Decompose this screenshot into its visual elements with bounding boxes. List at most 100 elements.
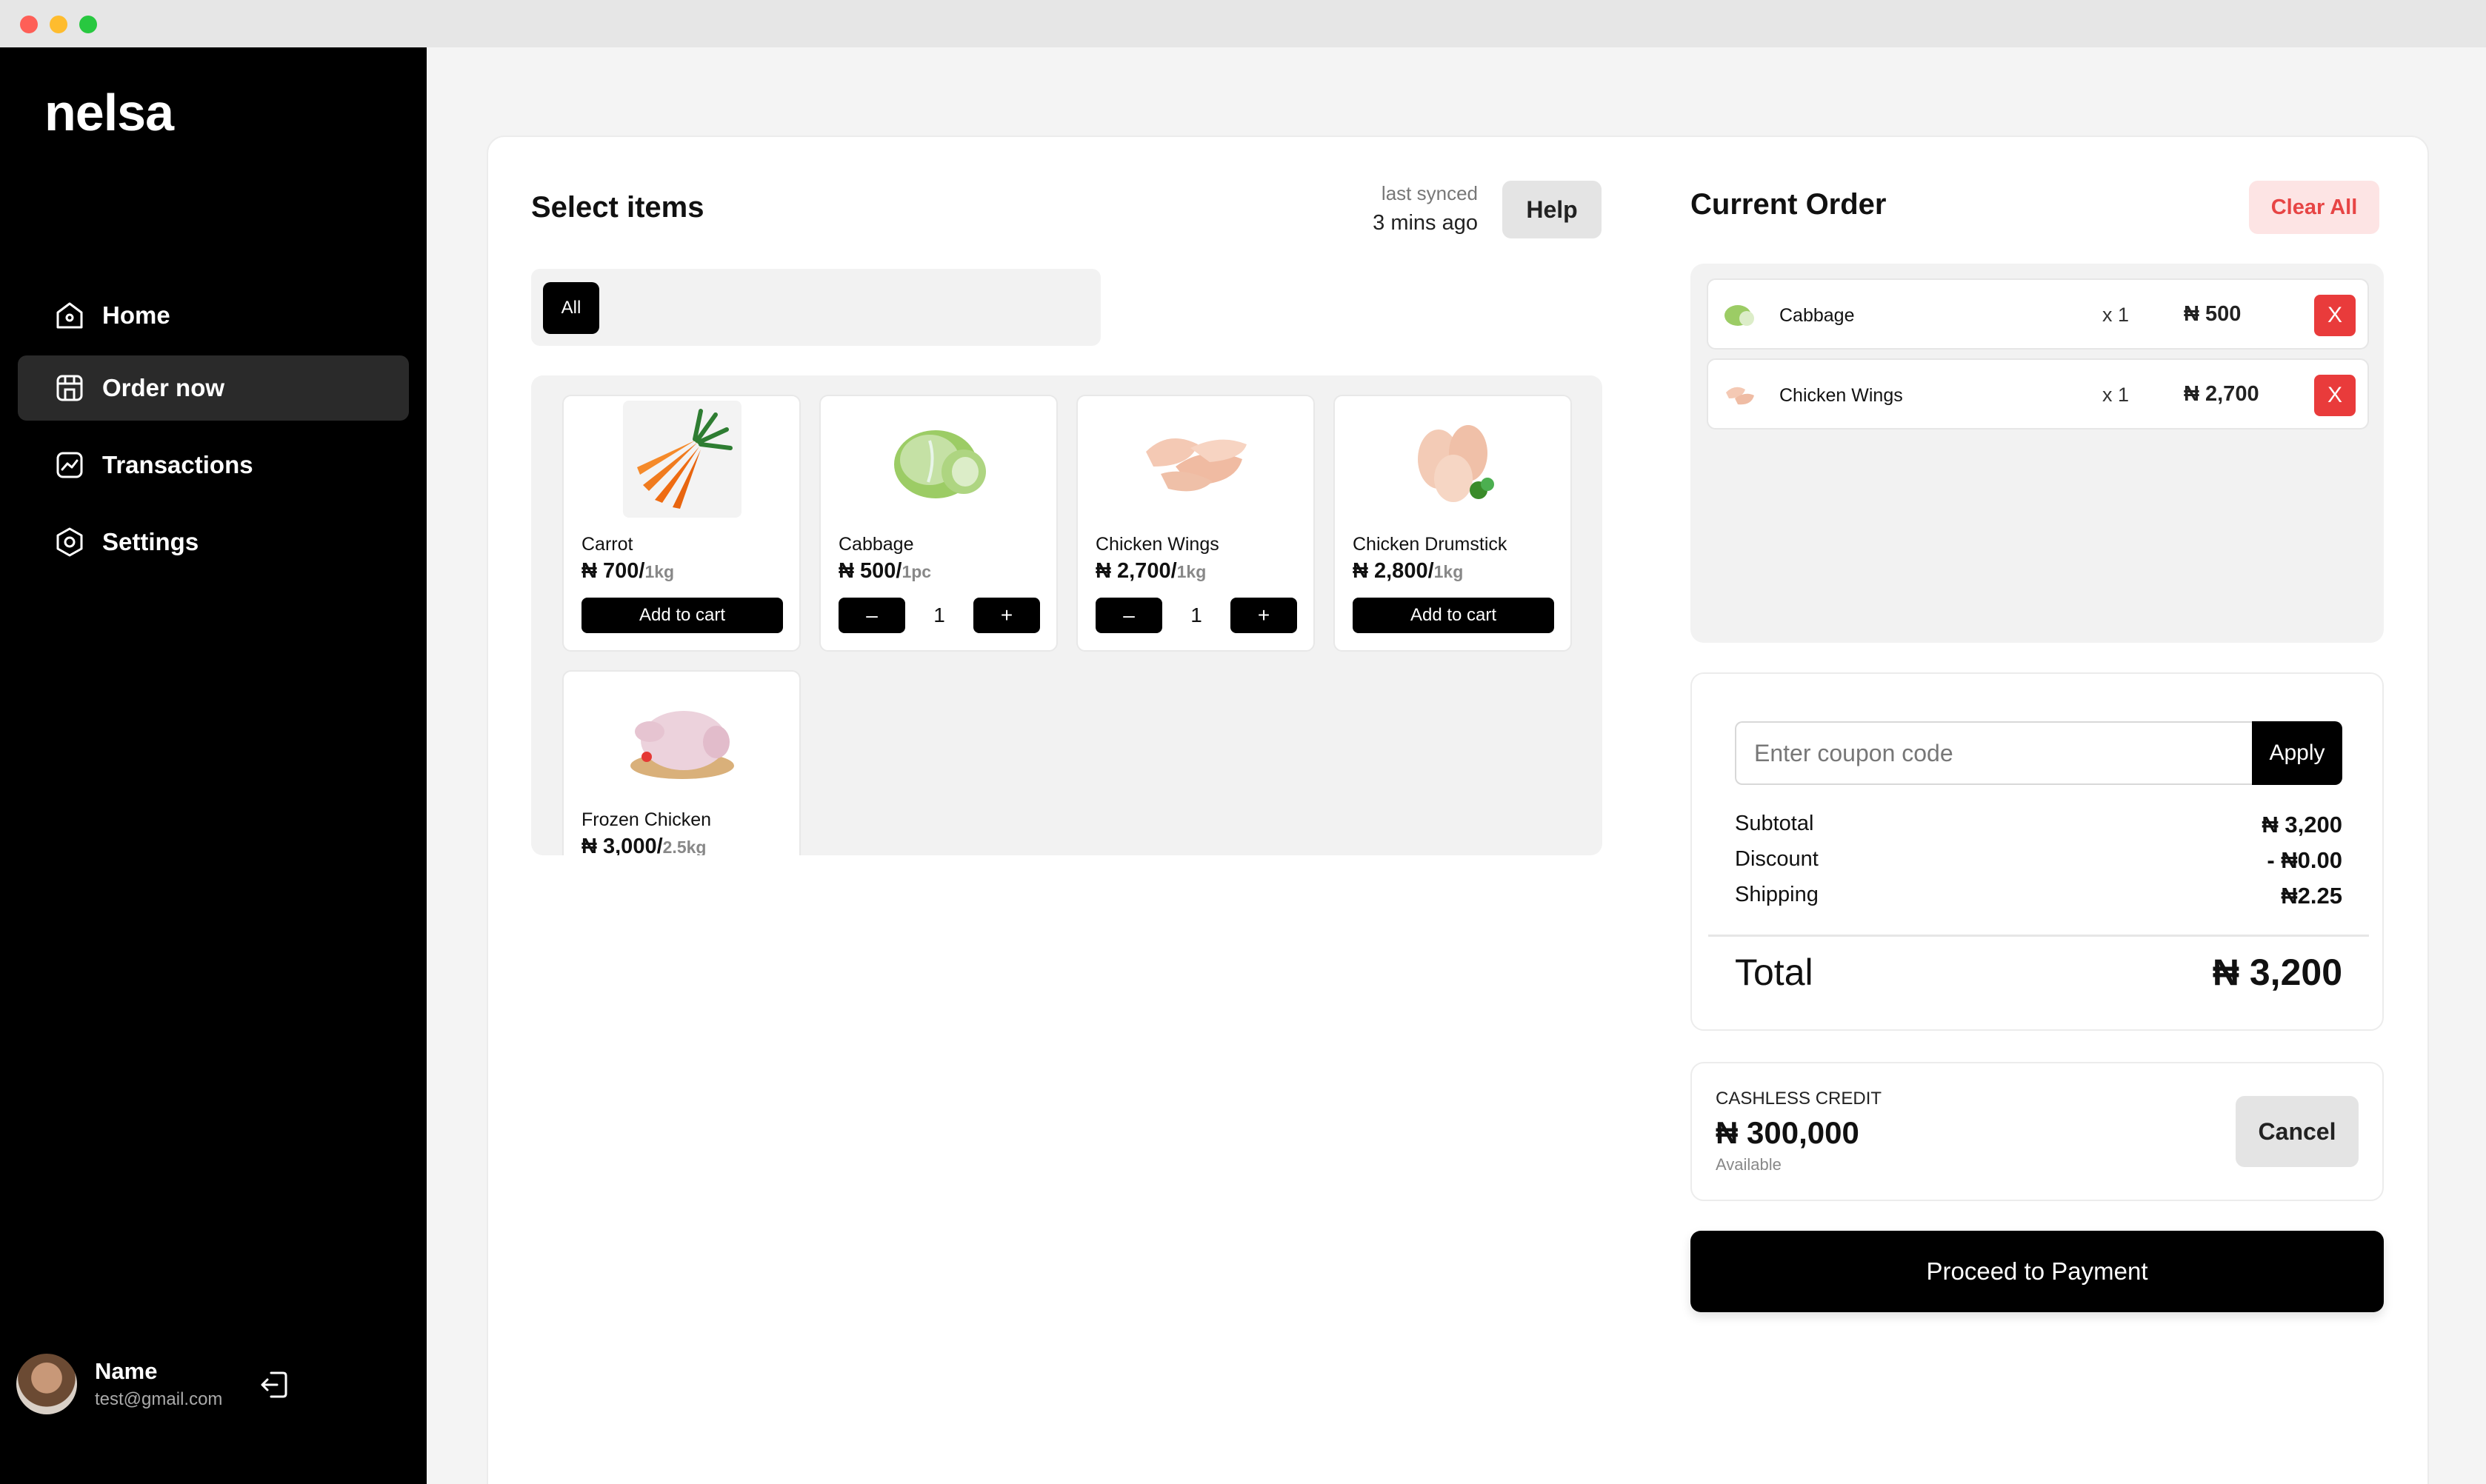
- discount-row: Discount - ₦0.00: [1735, 847, 2342, 874]
- user-profile[interactable]: Name test@gmail.com: [16, 1354, 222, 1414]
- chicken-drumstick-image: [1394, 401, 1513, 518]
- divider: [1708, 935, 2369, 937]
- help-button[interactable]: Help: [1502, 181, 1602, 238]
- app-logo: nelsa: [44, 84, 174, 141]
- product-name: Cabbage: [839, 534, 914, 555]
- shipping-value: ₦2.25: [2281, 883, 2342, 909]
- logout-icon[interactable]: [255, 1366, 293, 1404]
- last-synced-time: 3 mins ago: [1373, 211, 1478, 235]
- product-unit: 1pc: [902, 562, 932, 581]
- order-item: Cabbage x 1 ₦ 500 X: [1707, 278, 2369, 350]
- minimize-window-button[interactable]: [50, 16, 67, 33]
- add-to-cart-button[interactable]: Add to cart: [1353, 598, 1554, 633]
- product-card[interactable]: Frozen Chicken ₦ 3,000/2.5kg: [562, 670, 801, 855]
- increase-quantity-button[interactable]: +: [1230, 598, 1297, 633]
- filter-chip-all[interactable]: All: [543, 282, 599, 334]
- maximize-window-button[interactable]: [79, 16, 97, 33]
- remove-item-button[interactable]: X: [2314, 295, 2356, 336]
- user-name: Name: [95, 1358, 158, 1384]
- cabbage-image: [880, 401, 999, 518]
- total-row: Total ₦ 3,200: [1735, 951, 2342, 994]
- current-order-title: Current Order: [1690, 188, 1887, 221]
- apply-coupon-button[interactable]: Apply: [2252, 721, 2342, 785]
- remove-item-button[interactable]: X: [2314, 375, 2356, 416]
- chicken-wings-image: [1137, 401, 1256, 518]
- sidebar-item-label: Settings: [102, 528, 199, 555]
- home-icon: [53, 299, 86, 332]
- user-email: test@gmail.com: [95, 1389, 223, 1409]
- sidebar-item-label: Order now: [102, 374, 225, 401]
- discount-value: - ₦0.00: [2267, 847, 2342, 873]
- sidebar-item-transactions[interactable]: Transactions: [18, 432, 409, 498]
- cashless-credit-card: CASHLESS CREDIT ₦ 300,000 Available Canc…: [1690, 1062, 2384, 1201]
- product-grid: Carrot ₦ 700/1kg Add to cart Cabbage ₦ 5…: [531, 375, 1602, 855]
- product-price: ₦ 2,700/1kg: [1096, 559, 1207, 583]
- order-item-quantity: x 1: [2102, 384, 2130, 406]
- frozen-chicken-image: [623, 676, 742, 793]
- settings-icon: [53, 526, 86, 558]
- product-card[interactable]: Carrot ₦ 700/1kg Add to cart: [562, 395, 801, 652]
- product-name: Chicken Drumstick: [1353, 534, 1507, 555]
- sidebar-item-label: Transactions: [102, 451, 253, 478]
- close-window-button[interactable]: [20, 16, 38, 33]
- sidebar: nelsa Home Order now Transactions Settin…: [0, 47, 427, 1484]
- subtotal-label: Subtotal: [1735, 812, 1814, 835]
- category-filter-bar: All: [531, 269, 1101, 346]
- order-item-price: ₦ 2,700: [2184, 382, 2259, 406]
- page-title: Select items: [531, 191, 704, 224]
- order-item-price: ₦ 500: [2184, 302, 2242, 326]
- product-name: Carrot: [581, 534, 633, 555]
- product-price: ₦ 500/1pc: [839, 559, 932, 583]
- shipping-row: Shipping ₦2.25: [1735, 883, 2342, 909]
- discount-label: Discount: [1735, 847, 1819, 871]
- product-unit: 1kg: [644, 562, 675, 581]
- order-item: Chicken Wings x 1 ₦ 2,700 X: [1707, 358, 2369, 430]
- chart-icon: [53, 449, 86, 481]
- coupon-input[interactable]: [1735, 721, 2253, 785]
- subtotal-value: ₦ 3,200: [2262, 812, 2342, 838]
- sidebar-item-settings[interactable]: Settings: [18, 509, 409, 575]
- product-price: ₦ 700/1kg: [581, 559, 675, 583]
- chicken-wings-thumbnail: [1723, 379, 1756, 409]
- sidebar-item-label: Home: [102, 301, 170, 329]
- cabbage-thumbnail: [1723, 299, 1756, 329]
- shipping-label: Shipping: [1735, 883, 1819, 906]
- quantity-value: 1: [1190, 604, 1202, 626]
- total-value: ₦ 3,200: [2212, 952, 2342, 993]
- product-name: Frozen Chicken: [581, 809, 712, 830]
- order-list: Cabbage x 1 ₦ 500 X Chicken Wings x 1 ₦ …: [1690, 264, 2384, 643]
- store-icon: [53, 372, 86, 404]
- product-card[interactable]: Chicken Wings ₦ 2,700/1kg – 1 +: [1076, 395, 1315, 652]
- product-price: ₦ 3,000/2.5kg: [581, 835, 707, 855]
- decrease-quantity-button[interactable]: –: [1096, 598, 1162, 633]
- product-name: Chicken Wings: [1096, 534, 1219, 555]
- avatar: [16, 1354, 77, 1414]
- add-to-cart-button[interactable]: Add to cart: [581, 598, 783, 633]
- product-unit: 2.5kg: [662, 838, 707, 855]
- last-synced-label: last synced: [1381, 182, 1478, 204]
- subtotal-row: Subtotal ₦ 3,200: [1735, 812, 2342, 838]
- window-titlebar: [0, 0, 2486, 47]
- credit-available: Available: [1716, 1155, 1782, 1174]
- clear-all-button[interactable]: Clear All: [2249, 181, 2379, 234]
- total-label: Total: [1735, 952, 1813, 993]
- product-unit: 1kg: [1433, 562, 1464, 581]
- sidebar-item-order-now[interactable]: Order now: [18, 355, 409, 421]
- increase-quantity-button[interactable]: +: [973, 598, 1040, 633]
- quantity-value: 1: [933, 604, 945, 626]
- product-card[interactable]: Cabbage ₦ 500/1pc – 1 +: [819, 395, 1058, 652]
- product-card[interactable]: Chicken Drumstick ₦ 2,800/1kg Add to car…: [1333, 395, 1572, 652]
- proceed-to-payment-button[interactable]: Proceed to Payment: [1690, 1231, 2384, 1312]
- product-unit: 1kg: [1176, 562, 1207, 581]
- decrease-quantity-button[interactable]: –: [839, 598, 905, 633]
- sidebar-item-home[interactable]: Home: [18, 283, 409, 348]
- order-item-name: Chicken Wings: [1779, 385, 1903, 406]
- last-synced: last synced 3 mins ago: [1319, 182, 1478, 235]
- carrot-image: [623, 401, 742, 518]
- product-price: ₦ 2,800/1kg: [1353, 559, 1464, 583]
- cancel-button[interactable]: Cancel: [2236, 1096, 2359, 1167]
- order-summary: Apply Subtotal ₦ 3,200 Discount - ₦0.00 …: [1690, 672, 2384, 1031]
- order-item-quantity: x 1: [2102, 304, 2130, 326]
- order-item-name: Cabbage: [1779, 305, 1855, 326]
- credit-amount: ₦ 300,000: [1716, 1115, 1859, 1150]
